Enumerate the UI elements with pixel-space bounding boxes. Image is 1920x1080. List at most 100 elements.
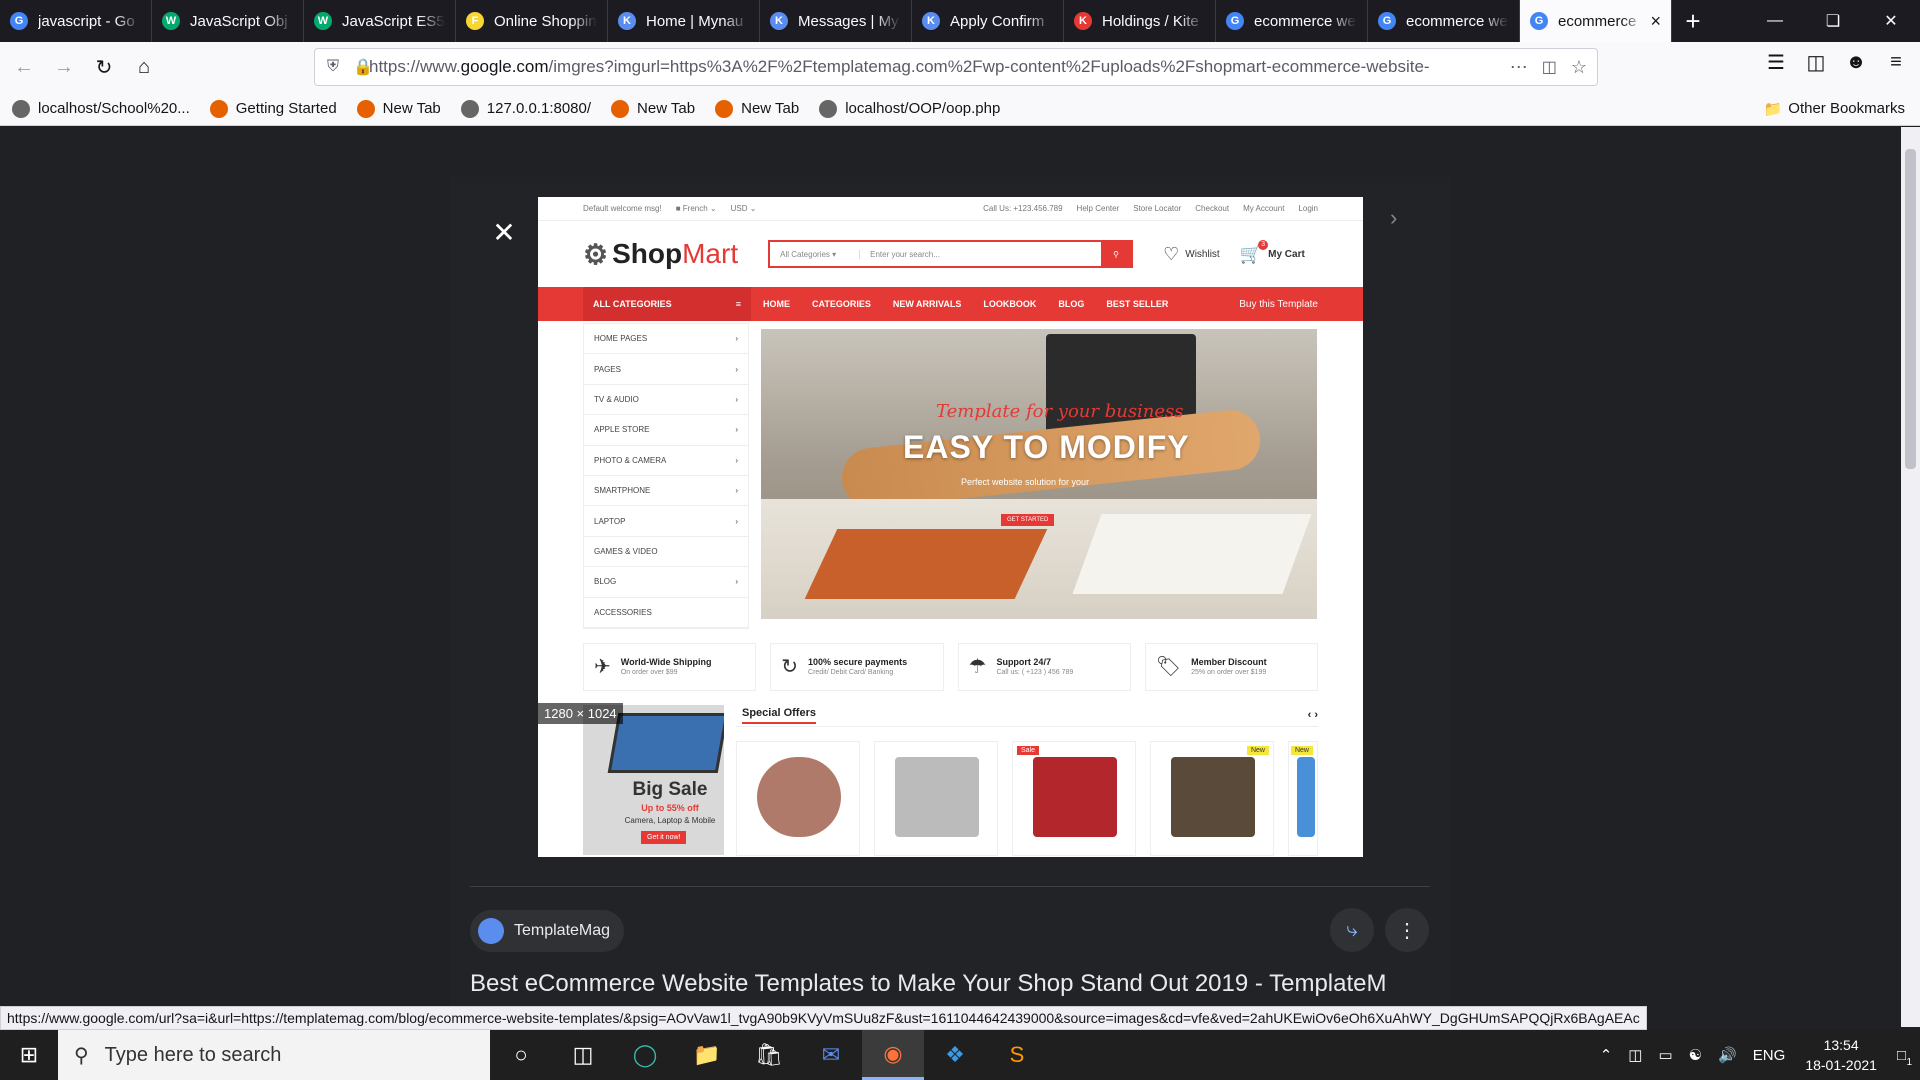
mail-icon[interactable]: ✉ [800, 1030, 862, 1080]
bookmark-star-icon[interactable]: ☆ [1571, 57, 1587, 78]
tab-favicon-icon: G [10, 12, 28, 30]
language-indicator[interactable]: ENG [1753, 1047, 1786, 1064]
category-label: PAGES [594, 364, 621, 374]
vscode-icon[interactable]: ❖ [924, 1030, 986, 1080]
category-label: TV & AUDIO [594, 394, 639, 404]
browser-tab[interactable]: K Apply Confirm [912, 0, 1064, 42]
search-field: Enter your search... [870, 249, 940, 259]
bookmark-item[interactable]: localhost/School%20... [12, 99, 190, 118]
source-chip[interactable]: TemplateMag [470, 910, 625, 952]
lock-icon[interactable]: 🔒 [353, 57, 373, 77]
scrollbar-thumb[interactable] [1905, 149, 1916, 469]
feature-box: ☂ Support 24/7 Call us: ( +123 ) 456 789 [957, 642, 1131, 691]
category-item: PHOTO & CAMERA › [584, 446, 748, 476]
close-preview-button[interactable]: ✕ [488, 216, 520, 248]
forward-button[interactable]: → [44, 47, 84, 87]
reload-button[interactable]: ↻ [84, 47, 124, 87]
sublime-text-icon[interactable]: S [986, 1030, 1048, 1080]
back-button[interactable]: ← [4, 47, 44, 87]
tab-title: Holdings / Kite [1102, 12, 1199, 30]
volume-icon[interactable]: 🔊 [1718, 1046, 1737, 1064]
category-label: ACCESSORIES [594, 607, 652, 617]
browser-tab[interactable]: F Online Shoppin [456, 0, 608, 42]
library-icon[interactable]: ☰ [1756, 42, 1796, 82]
shop-top-bar: Default welcome msg! ■ French ⌄ USD ⌄ Ca… [538, 197, 1363, 221]
bookmark-item[interactable]: Getting Started [209, 99, 337, 118]
browser-tab[interactable]: W JavaScript Obj [152, 0, 304, 42]
bookmark-item[interactable]: New Tab [715, 99, 799, 118]
device-icon[interactable]: ◫ [1628, 1046, 1642, 1064]
browser-tab[interactable]: Gecommerce we [1368, 0, 1520, 42]
taskbar-search-placeholder: Type here to search [104, 1043, 282, 1066]
tab-title: JavaScript Obj [190, 12, 288, 30]
shop-top-link: Store Locator [1133, 204, 1182, 213]
firefox-icon[interactable]: ◉ [862, 1030, 924, 1080]
browser-tab[interactable]: K Messages | My [760, 0, 912, 42]
minimize-button[interactable]: — [1746, 0, 1804, 42]
browser-tab[interactable]: K Home | Mynau [608, 0, 760, 42]
browser-tab[interactable]: Gjavascript - Go [0, 0, 152, 42]
menu-icon[interactable]: ≡ [1876, 42, 1916, 82]
browser-tab[interactable]: W JavaScript ES5 [304, 0, 456, 42]
chevron-up-icon[interactable]: ⌃ [1600, 1046, 1613, 1064]
url-text[interactable]: https://www.google.com/imgres?imgurl=htt… [369, 57, 1500, 77]
battery-icon[interactable]: ▭ [1658, 1046, 1672, 1064]
bookmark-item[interactable]: New Tab [611, 99, 695, 118]
other-bookmarks[interactable]: 📁 Other Bookmarks [1764, 100, 1905, 118]
taskbar: ⊞ ⚲ Type here to search ○ ◫ ◯ 📁 🛍 ✉ ◉ ❖ S… [0, 1030, 1920, 1080]
home-button[interactable]: ⌂ [124, 47, 164, 87]
next-image-button[interactable]: › [1390, 205, 1397, 231]
address-bar[interactable]: ⛨ 🔒 https://www.google.com/imgres?imgurl… [314, 48, 1598, 86]
category-item: BLOG › [584, 567, 748, 598]
preview-image[interactable]: Default welcome msg! ■ French ⌄ USD ⌄ Ca… [538, 197, 1363, 857]
store-icon[interactable]: 🛍 [738, 1030, 800, 1080]
sale-categories: Camera, Laptop & Mobile [624, 815, 716, 825]
tab-favicon-icon: W [162, 12, 180, 30]
sidebar-icon[interactable]: ◫ [1796, 42, 1836, 82]
more-options-button[interactable]: ⋮ [1385, 908, 1429, 952]
currency-select: USD ⌄ [730, 204, 757, 213]
feature-title: 100% secure payments [808, 657, 908, 668]
tracking-shield-icon[interactable]: ⛨ [327, 58, 339, 76]
category-label: LAPTOP [594, 516, 626, 526]
category-item: GAMES & VIDEO [584, 537, 748, 568]
pocket-icon[interactable]: ◫ [1542, 57, 1557, 77]
hero-script: Template for your business [936, 401, 1184, 422]
close-window-button[interactable]: ✕ [1862, 0, 1920, 42]
browser-tab[interactable]: K Holdings / Kite [1064, 0, 1216, 42]
page-actions-icon[interactable]: ⋯ [1510, 57, 1528, 78]
file-explorer-icon[interactable]: 📁 [676, 1030, 738, 1080]
task-view-icon[interactable]: ◫ [552, 1030, 614, 1080]
clock[interactable]: 13:54 18-01-2021 [1805, 1035, 1877, 1075]
close-tab-icon[interactable]: × [1650, 11, 1661, 32]
bookmark-label: localhost/School%20... [38, 100, 190, 117]
tab-favicon-icon: G [1530, 12, 1548, 30]
bookmark-item[interactable]: 127.0.0.1:8080/ [460, 99, 591, 118]
feature-subtitle: 25% on order over $199 [1191, 669, 1267, 677]
feature-title: Support 24/7 [996, 657, 1051, 668]
taskbar-search[interactable]: ⚲ Type here to search [58, 1030, 490, 1080]
browser-tab[interactable]: Gecommerce × [1520, 0, 1672, 42]
chevron-right-icon: › [735, 425, 738, 435]
result-title-link[interactable]: Best eCommerce Website Templates to Make… [470, 970, 1387, 998]
bookmark-item[interactable]: New Tab [356, 99, 441, 118]
page-scrollbar[interactable] [1901, 127, 1920, 1027]
cortana-icon[interactable]: ○ [490, 1030, 552, 1080]
wifi-icon[interactable]: ☯ [1689, 1046, 1702, 1064]
search-icon: ⚲ [74, 1044, 89, 1067]
share-button[interactable]: ⤷ [1330, 908, 1374, 952]
account-icon[interactable]: ☻ [1836, 42, 1876, 82]
bookmark-favicon-icon [209, 99, 228, 118]
windows-start-button[interactable]: ⊞ [0, 1030, 58, 1080]
call-text: Call Us: +123.456.789 [983, 204, 1063, 213]
feature-subtitle: Call us: ( +123 ) 456 789 [996, 669, 1074, 677]
edge-icon[interactable]: ◯ [614, 1030, 676, 1080]
notifications-icon[interactable]: □ 1 [1897, 1047, 1912, 1068]
welcome-text: Default welcome msg! [583, 204, 662, 213]
new-tab-button[interactable]: + [1672, 0, 1714, 42]
restore-button[interactable]: ❏ [1804, 0, 1862, 42]
product-image [1297, 756, 1315, 837]
chevron-right-icon: › [735, 455, 738, 465]
bookmark-item[interactable]: localhost/OOP/oop.php [819, 99, 1000, 118]
browser-tab[interactable]: Gecommerce we [1216, 0, 1368, 42]
